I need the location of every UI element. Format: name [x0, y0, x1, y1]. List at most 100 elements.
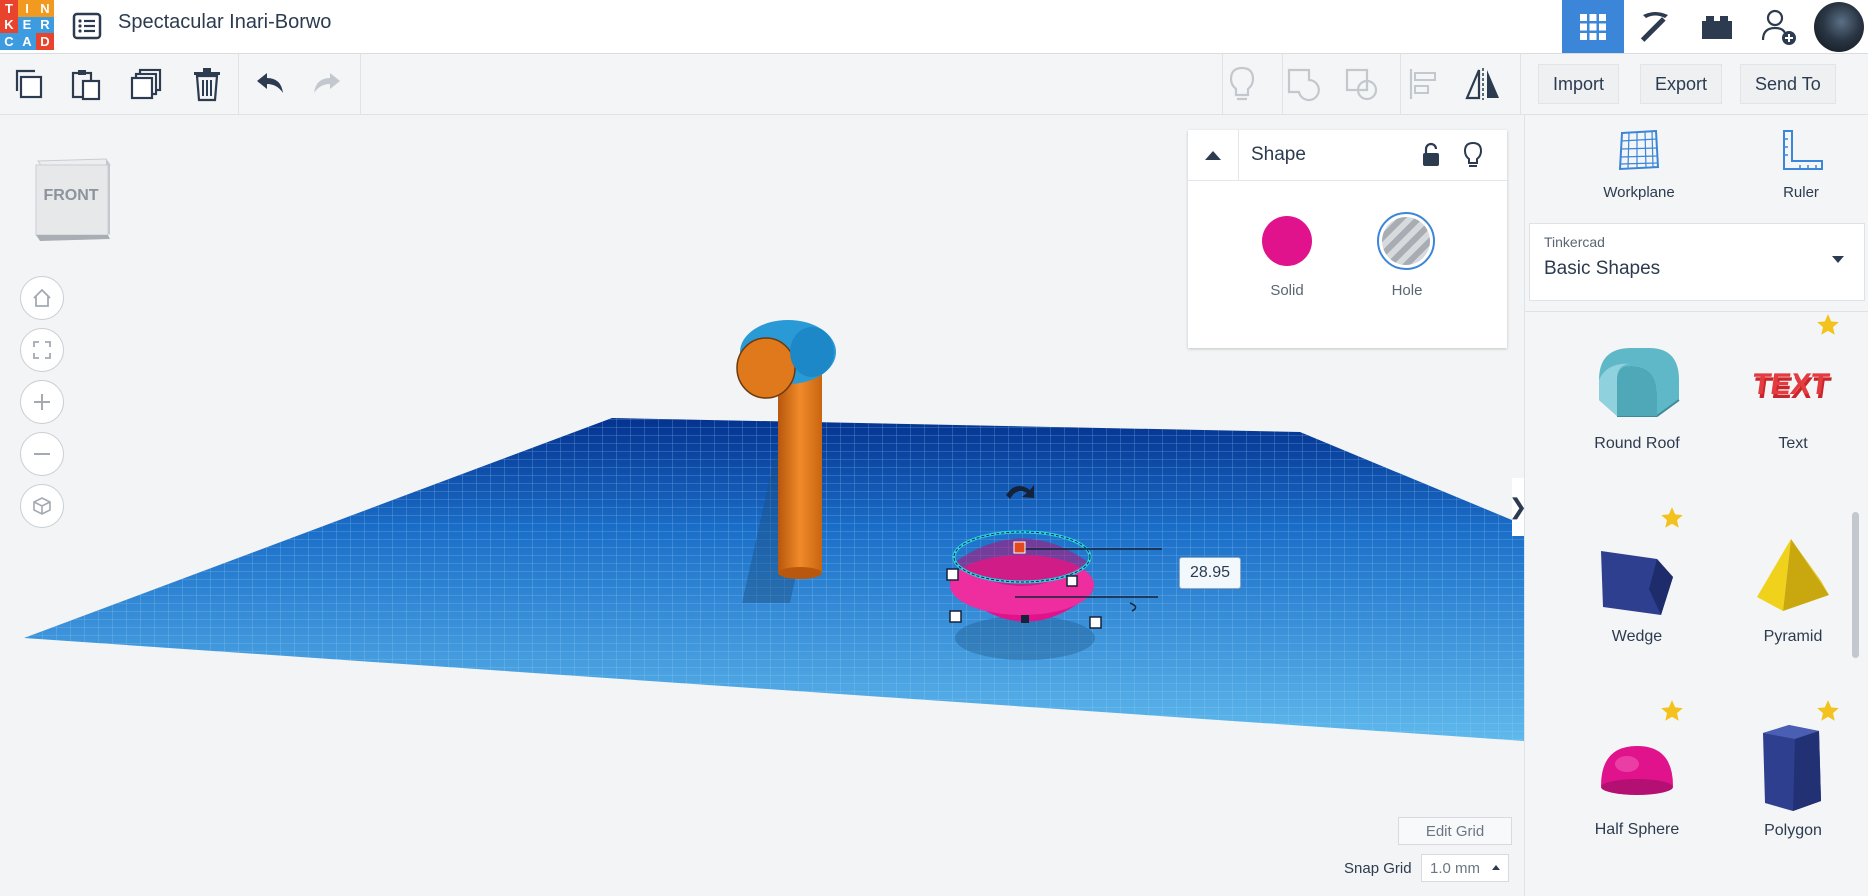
- favorite-star-icon[interactable]: [1659, 505, 1685, 531]
- ungroup-icon[interactable]: [1342, 64, 1382, 104]
- zoom-out-button[interactable]: [20, 432, 64, 476]
- logo-letter: N: [36, 0, 54, 17]
- shapes-sidebar: Workplane Ruler Tinkercad Basic Shapes R…: [1524, 115, 1868, 896]
- dimension-input[interactable]: 28.95: [1179, 557, 1241, 589]
- import-button[interactable]: Import: [1538, 64, 1620, 104]
- codeblocks-button[interactable]: [1624, 0, 1686, 53]
- ruler-label: Ruler: [1783, 184, 1819, 201]
- shape-panel-header: Shape: [1188, 130, 1507, 181]
- ruler-tool[interactable]: Ruler: [1741, 127, 1861, 201]
- align-icon[interactable]: [1404, 64, 1444, 104]
- workplane-label: Workplane: [1603, 184, 1675, 201]
- brick-icon: [1702, 15, 1732, 39]
- perspective-button[interactable]: [20, 484, 64, 528]
- shape-round-roof[interactable]: Round Roof: [1567, 340, 1707, 453]
- logo-letter: T: [0, 0, 18, 17]
- solid-label: Solid: [1270, 282, 1304, 299]
- logo-letter: D: [36, 33, 54, 50]
- logo-letter: R: [36, 16, 54, 34]
- shape-text[interactable]: TEXT TEXT Text: [1723, 340, 1863, 453]
- zoom-in-button[interactable]: [20, 380, 64, 424]
- snap-grid-value: 1.0 mm: [1430, 859, 1481, 877]
- half-sphere-thumbnail: [1601, 746, 1673, 795]
- lock-icon[interactable]: [1420, 142, 1442, 173]
- shape-panel-title: Shape: [1251, 144, 1306, 165]
- duplicate-icon[interactable]: [126, 64, 166, 104]
- snap-grid-label: Snap Grid: [1344, 860, 1412, 877]
- solid-color-swatch[interactable]: [1262, 216, 1312, 266]
- workplane-icon: [1618, 129, 1660, 171]
- user-avatar[interactable]: [1810, 0, 1868, 53]
- send-to-button[interactable]: Send To: [1740, 64, 1836, 104]
- note-icon[interactable]: [1222, 64, 1262, 104]
- fit-all-button[interactable]: [20, 328, 64, 372]
- shape-polygon[interactable]: Polygon: [1723, 717, 1863, 840]
- favorite-star-icon[interactable]: [1815, 312, 1841, 338]
- hole-swatch[interactable]: [1377, 212, 1435, 270]
- caret-up-icon: [1205, 151, 1221, 160]
- group-icon[interactable]: [1284, 64, 1324, 104]
- logo-letter: I: [18, 0, 36, 17]
- tinkercad-logo[interactable]: TIN KER CAD: [0, 0, 54, 50]
- collapse-sidebar-button[interactable]: ❯: [1509, 478, 1527, 536]
- snap-grid-select[interactable]: 1.0 mm: [1421, 854, 1509, 882]
- caret-up-icon: [1492, 865, 1500, 870]
- svg-text:TEXT: TEXT: [1750, 368, 1832, 401]
- shape-label: Pyramid: [1763, 628, 1823, 645]
- hole-label: Hole: [1391, 282, 1423, 299]
- collapse-panel-button[interactable]: [1188, 130, 1239, 180]
- shape-label: Wedge: [1611, 628, 1663, 645]
- pyramid-thumbnail: [1757, 539, 1829, 611]
- round-roof-thumbnail: [1599, 348, 1680, 417]
- shape-pyramid[interactable]: Pyramid: [1723, 533, 1863, 646]
- logo-letter: K: [0, 16, 18, 34]
- home-view-icon: [33, 288, 51, 307]
- text-shape-thumbnail: TEXT TEXT: [1750, 368, 1833, 405]
- toolbar: Import Export Send To: [0, 54, 1868, 115]
- 3d-design-grid-button[interactable]: [1562, 0, 1624, 53]
- bricks-button[interactable]: [1686, 0, 1748, 53]
- library-vendor: Tinkercad: [1544, 234, 1605, 250]
- pickaxe-icon: [1640, 11, 1668, 42]
- ruler-icon: [1783, 130, 1823, 170]
- wedge-thumbnail: [1601, 551, 1673, 615]
- top-bar: TIN KER CAD Spectacular Inari-Borwo: [0, 0, 1868, 54]
- export-button[interactable]: Export: [1640, 64, 1723, 104]
- design-title[interactable]: Spectacular Inari-Borwo: [118, 11, 331, 34]
- grid-icon: [1580, 13, 1606, 40]
- redo-icon[interactable]: [307, 64, 347, 104]
- add-user-icon: [1761, 9, 1796, 45]
- shape-half-sphere[interactable]: Half Sphere: [1567, 726, 1707, 839]
- shape-label: Polygon: [1764, 822, 1822, 839]
- sidebar-scrollbar[interactable]: [1852, 512, 1859, 658]
- home-view-button[interactable]: [20, 276, 64, 320]
- delete-icon[interactable]: [187, 64, 227, 104]
- zoom-in-icon: [34, 394, 50, 410]
- copy-icon[interactable]: [8, 64, 48, 104]
- paste-icon[interactable]: [66, 64, 106, 104]
- logo-letter: A: [18, 33, 36, 50]
- logo-letter: C: [0, 33, 18, 50]
- add-user-button[interactable]: [1748, 0, 1810, 53]
- polygon-thumbnail: [1763, 725, 1821, 811]
- undo-icon[interactable]: [250, 64, 290, 104]
- library-name: Basic Shapes: [1544, 258, 1661, 279]
- logo-letter: E: [18, 16, 36, 34]
- mirror-icon[interactable]: [1463, 64, 1503, 104]
- shape-label: Half Sphere: [1594, 821, 1680, 838]
- view-cube-front-label: FRONT: [43, 187, 99, 204]
- shape-inspector-panel: Shape Solid Hole: [1188, 130, 1507, 348]
- perspective-icon: [33, 497, 51, 515]
- fit-all-icon: [33, 341, 51, 359]
- shape-label: Text: [1778, 435, 1808, 452]
- view-cube[interactable]: FRONT: [34, 157, 112, 241]
- shape-wedge[interactable]: Wedge: [1567, 533, 1707, 646]
- edit-grid-button[interactable]: Edit Grid: [1398, 817, 1512, 845]
- shape-library-select[interactable]: Tinkercad Basic Shapes: [1529, 223, 1865, 301]
- lightbulb-icon[interactable]: [1462, 141, 1484, 174]
- shape-label: Round Roof: [1594, 435, 1680, 452]
- favorite-star-icon[interactable]: [1659, 698, 1685, 724]
- workplane-tool[interactable]: Workplane: [1579, 127, 1699, 201]
- design-list-icon[interactable]: [70, 9, 104, 43]
- zoom-out-icon: [34, 453, 50, 455]
